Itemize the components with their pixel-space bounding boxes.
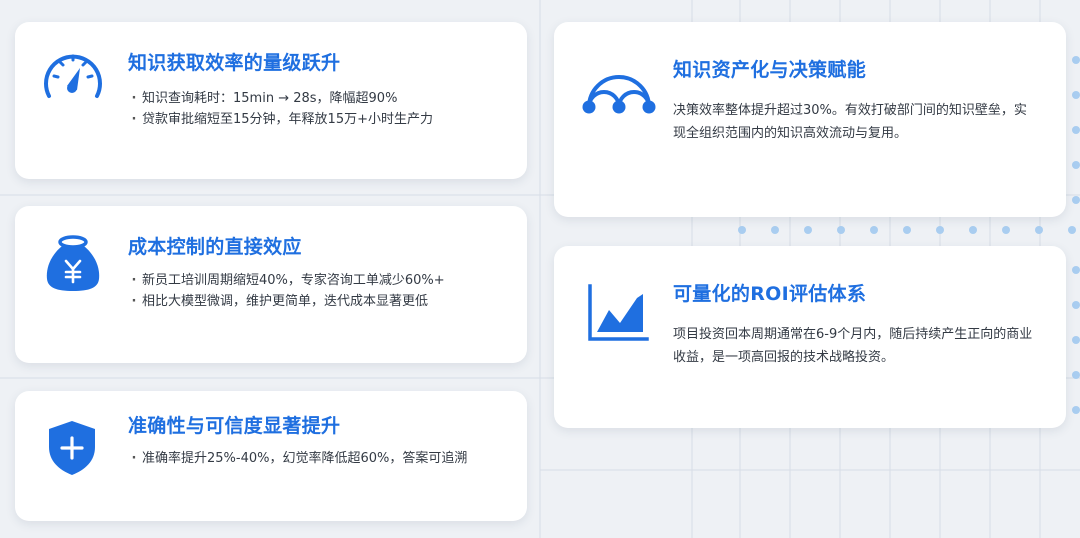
bullet-list: 新员工培训周期缩短40%，专家咨询工单减少60%+ 相比大模型微调，维护更简单，…	[126, 270, 445, 312]
speedometer-icon	[44, 54, 102, 98]
card-description: 项目投资回本周期通常在6-9个月内，随后持续产生正向的商业收益，是一项高回报的技…	[673, 327, 1033, 365]
shield-plus-icon	[49, 421, 95, 475]
bullet-item: 相比大模型微调，维护更简单，迭代成本显著更低	[126, 291, 445, 312]
card-title: 成本控制的直接效应	[128, 236, 302, 258]
network-arch-icon	[582, 75, 656, 114]
bullet-item: 新员工培训周期缩短40%，专家咨询工单减少60%+	[126, 270, 445, 291]
bullet-list: 准确率提升25%-40%，幻觉率降低超60%，答案可追溯	[126, 448, 467, 469]
card-cost-control: 成本控制的直接效应 新员工培训周期缩短40%，专家咨询工单减少60%+ 相比大模…	[15, 206, 527, 363]
bullet-item: 知识查询耗时：15min → 28s，降幅超90%	[126, 88, 433, 109]
bullet-item: 贷款审批缩短至15分钟，年释放15万+小时生产力	[126, 109, 433, 130]
card-title: 可量化的ROI评估体系	[673, 283, 867, 305]
card-title: 知识资产化与决策赋能	[673, 59, 867, 81]
card-knowledge-efficiency: 知识获取效率的量级跃升 知识查询耗时：15min → 28s，降幅超90% 贷款…	[15, 22, 527, 179]
area-chart-icon	[588, 284, 649, 341]
card-accuracy: 准确性与可信度显著提升 准确率提升25%-40%，幻觉率降低超60%，答案可追溯	[15, 391, 527, 521]
money-bag-icon	[46, 235, 100, 291]
card-title: 知识获取效率的量级跃升	[128, 52, 341, 74]
bullet-item: 准确率提升25%-40%，幻觉率降低超60%，答案可追溯	[126, 448, 467, 469]
bullet-list: 知识查询耗时：15min → 28s，降幅超90% 贷款审批缩短至15分钟，年释…	[126, 88, 433, 130]
card-knowledge-assets: 知识资产化与决策赋能 决策效率整体提升超过30%。有效打破部门间的知识壁垒，实现…	[554, 22, 1066, 217]
card-title: 准确性与可信度显著提升	[128, 415, 341, 437]
card-roi: 可量化的ROI评估体系 项目投资回本周期通常在6-9个月内，随后持续产生正向的商…	[554, 246, 1066, 428]
card-description: 决策效率整体提升超过30%。有效打破部门间的知识壁垒，实现全组织范围内的知识高效…	[673, 103, 1027, 141]
